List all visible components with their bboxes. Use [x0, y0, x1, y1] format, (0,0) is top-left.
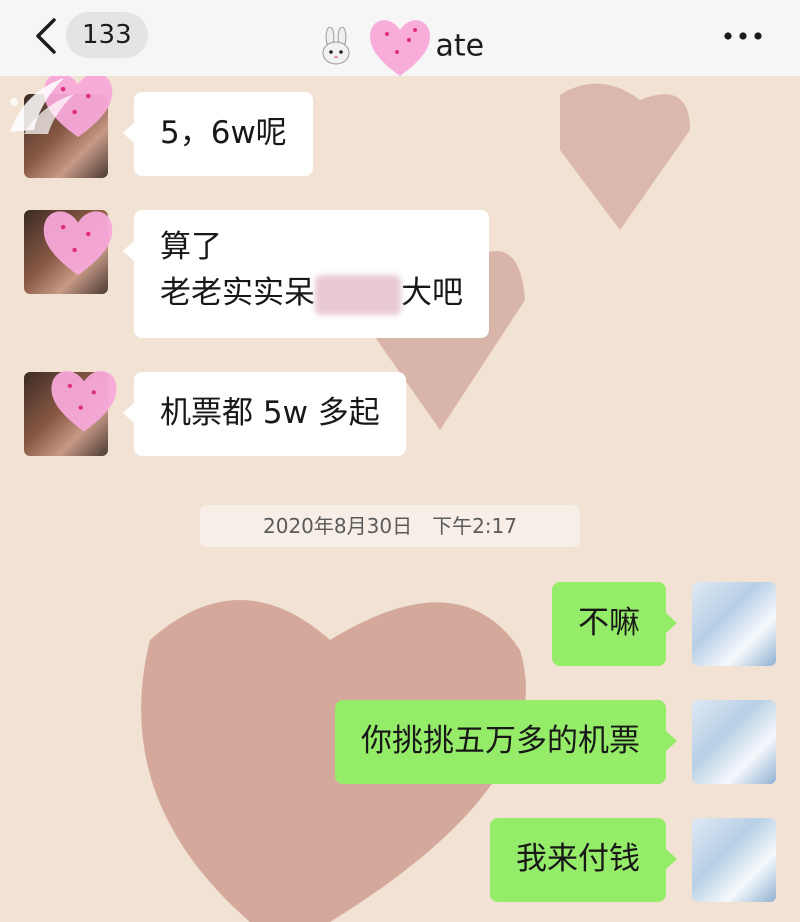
self-avatar[interactable]	[692, 818, 776, 902]
rabbit-emoji-icon	[322, 27, 350, 65]
chat-title[interactable]: ate	[0, 14, 800, 80]
contact-name: ate	[435, 28, 485, 64]
message-row: 机票都 5w 多起	[0, 370, 800, 464]
self-avatar[interactable]	[692, 700, 776, 784]
message-text: 机票都 5w 多起	[160, 395, 380, 431]
message-row: 算了 老老实实呆 大吧	[0, 210, 800, 340]
message-text: 算了	[160, 229, 222, 265]
more-icon[interactable]	[720, 26, 766, 46]
message-text: 你挑挑五万多的机票	[361, 723, 640, 759]
message-text: 不嘛	[578, 605, 640, 641]
self-avatar[interactable]	[692, 582, 776, 666]
incoming-message-bubble[interactable]: 算了 老老实实呆 大吧	[123, 210, 489, 338]
watermark-logo	[10, 78, 74, 134]
message-row: 你挑挑五万多的机票	[0, 700, 800, 790]
outgoing-message-bubble[interactable]: 我来付钱	[490, 818, 677, 902]
heart-sticker-icon	[370, 20, 431, 76]
heart-sticker-icon	[43, 211, 113, 276]
chat-header: 133 ate	[0, 0, 800, 76]
message-row: 我来付钱	[0, 818, 800, 908]
outgoing-message-bubble[interactable]: 你挑挑五万多的机票	[335, 700, 677, 784]
redacted-text	[315, 274, 401, 315]
heart-sticker-icon	[51, 370, 117, 432]
outgoing-message-bubble[interactable]: 不嘛	[552, 582, 677, 666]
message-text-line: 老老实实呆 大吧	[160, 270, 463, 316]
message-text: 我来付钱	[516, 841, 640, 877]
message-row: 不嘛	[0, 582, 800, 672]
message-timestamp: 2020年8月30日 下午2:17	[200, 505, 580, 547]
incoming-message-bubble[interactable]: 机票都 5w 多起	[123, 372, 406, 456]
